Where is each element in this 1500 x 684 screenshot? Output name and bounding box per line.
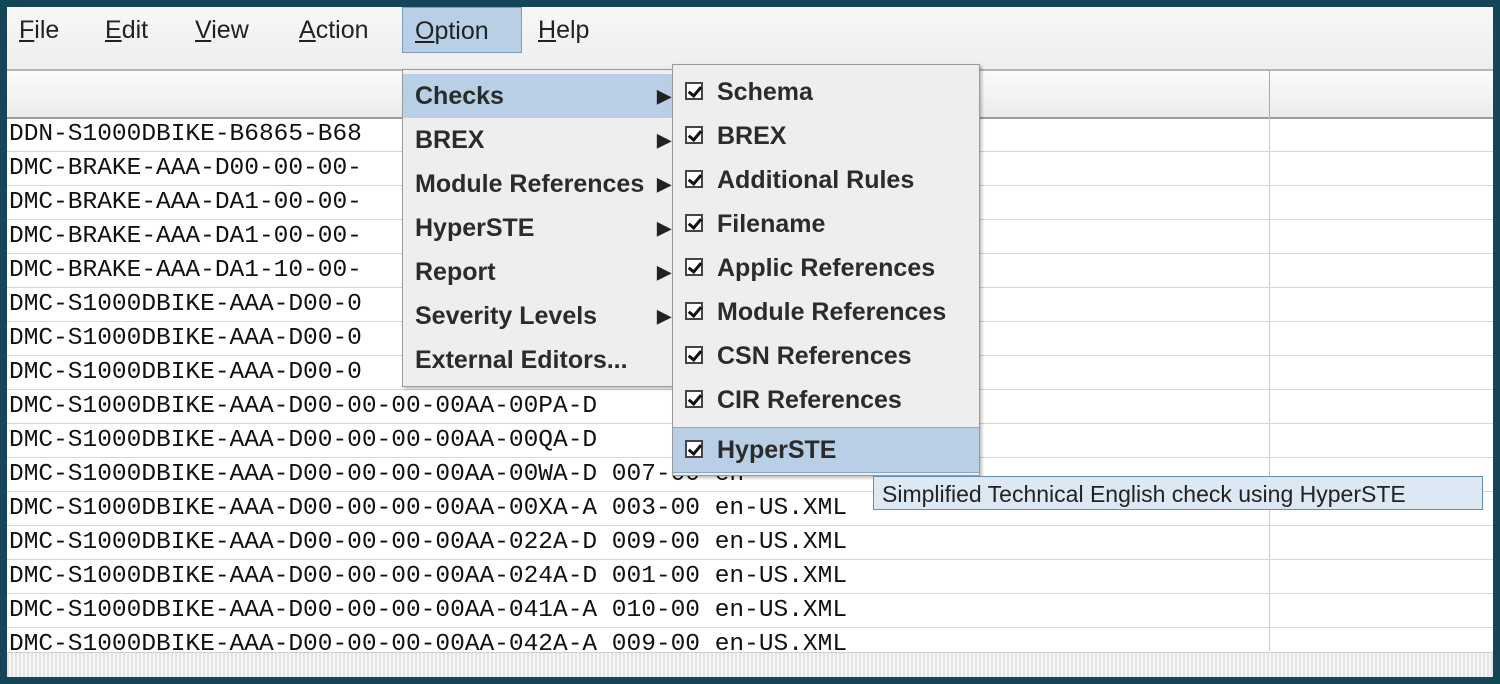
menu-action-label: ction bbox=[315, 16, 369, 44]
menu-action-mnemonic: A bbox=[299, 16, 316, 44]
menu-help-label: elp bbox=[556, 16, 590, 44]
checkbox-checked-icon[interactable] bbox=[685, 302, 703, 320]
table-cell: DMC-BRAKE-AAA-D00-00-00- bbox=[9, 155, 362, 182]
menu-item-label: CIR References bbox=[717, 386, 902, 414]
option-menu-item-severity-levels[interactable]: Severity Levels ▶ bbox=[403, 294, 675, 338]
hyperste-tooltip: Simplified Technical English check using… bbox=[873, 476, 1483, 510]
table-row[interactable]: DMC-S1000DBIKE-AAA-D00-00-00-00AA-024A-D… bbox=[7, 559, 1493, 594]
table-cell: DMC-S1000DBIKE-AAA-D00-0 bbox=[9, 291, 362, 318]
submenu-arrow-icon: ▶ bbox=[657, 174, 671, 194]
checkbox-checked-icon[interactable] bbox=[685, 82, 703, 100]
submenu-arrow-icon: ▶ bbox=[657, 262, 671, 282]
checkbox-checked-icon[interactable] bbox=[685, 258, 703, 276]
menu-item-label: Additional Rules bbox=[717, 166, 915, 194]
menu-help-mnemonic: H bbox=[538, 16, 557, 44]
menu-edit-label: dit bbox=[121, 16, 149, 44]
table-cell: DMC-BRAKE-AAA-DA1-00-00- bbox=[9, 189, 362, 216]
menu-item-label: Applic References bbox=[717, 254, 936, 282]
menu-option-mnemonic: O bbox=[415, 17, 435, 45]
submenu-arrow-icon: ▶ bbox=[657, 306, 671, 326]
menu-option-label: ption bbox=[434, 17, 489, 45]
menu-view-label: iew bbox=[211, 16, 249, 44]
menu-item-label: Severity Levels bbox=[415, 302, 598, 330]
menu-item-label: Module References bbox=[717, 298, 947, 326]
menu-bar: File Edit View Action Option Help bbox=[7, 7, 1493, 71]
menu-file-label: ile bbox=[34, 16, 60, 44]
table-cell: DMC-S1000DBIKE-AAA-D00-00-00-00AA-00WA-D… bbox=[9, 461, 745, 488]
table-cell: DMC-S1000DBIKE-AAA-D00-00-00-00AA-00PA-D bbox=[9, 393, 598, 420]
checks-item-schema[interactable]: Schema bbox=[673, 70, 979, 114]
menu-item-label: HyperSTE bbox=[415, 214, 535, 242]
option-menu-item-hyperste[interactable]: HyperSTE ▶ bbox=[403, 206, 675, 250]
option-menu-item-checks[interactable]: Checks ▶ bbox=[403, 74, 675, 118]
menu-item-label: HyperSTE bbox=[717, 436, 837, 464]
checks-item-brex[interactable]: BREX bbox=[673, 114, 979, 158]
menu-item-label: External Editors... bbox=[415, 346, 628, 374]
table-cell: DMC-S1000DBIKE-AAA-D00-0 bbox=[9, 325, 362, 352]
checkbox-checked-icon[interactable] bbox=[685, 214, 703, 232]
table-cell: DMC-S1000DBIKE-AAA-D00-00-00-00AA-00XA-A… bbox=[9, 495, 848, 522]
menu-edit-mnemonic: E bbox=[105, 16, 122, 44]
table-cell: DMC-S1000DBIKE-AAA-D00-00-00-00AA-00QA-D bbox=[9, 427, 598, 454]
table-cell: DMC-BRAKE-AAA-DA1-00-00- bbox=[9, 223, 362, 250]
menu-option[interactable]: Option bbox=[402, 7, 522, 53]
table-cell: DMC-S1000DBIKE-AAA-D00-0 bbox=[9, 359, 362, 386]
checkbox-checked-icon[interactable] bbox=[685, 170, 703, 188]
column-divider[interactable] bbox=[1269, 71, 1270, 117]
checks-item-hyperste[interactable]: HyperSTE bbox=[673, 427, 979, 473]
table-cell: DDN-S1000DBIKE-B6865-B68 bbox=[9, 121, 362, 148]
menu-action[interactable]: Action bbox=[287, 7, 381, 53]
checks-item-cir-references[interactable]: CIR References bbox=[673, 378, 979, 422]
menu-edit[interactable]: Edit bbox=[93, 7, 160, 53]
menu-view-mnemonic: V bbox=[195, 16, 212, 44]
menu-item-label: Checks bbox=[415, 82, 504, 110]
checkbox-checked-icon[interactable] bbox=[685, 346, 703, 364]
horizontal-scrollbar[interactable] bbox=[7, 652, 1493, 677]
option-menu: Checks ▶ BREX ▶ Module References ▶ HyperST… bbox=[402, 69, 676, 387]
menu-view[interactable]: View bbox=[183, 7, 261, 53]
table-cell: DMC-BRAKE-AAA-DA1-10-00- bbox=[9, 257, 362, 284]
checks-submenu: Schema BREX Additional Rules Filename Ap… bbox=[672, 64, 980, 476]
option-menu-item-report[interactable]: Report ▶ bbox=[403, 250, 675, 294]
application-window: File Edit View Action Option Help DDN-S1… bbox=[0, 0, 1500, 684]
menu-item-label: Filename bbox=[717, 210, 826, 238]
submenu-arrow-icon: ▶ bbox=[657, 130, 671, 150]
checks-item-additional-rules[interactable]: Additional Rules bbox=[673, 158, 979, 202]
menu-file-mnemonic: F bbox=[19, 16, 35, 44]
option-menu-item-external-editors[interactable]: External Editors... bbox=[403, 338, 675, 382]
option-menu-item-brex[interactable]: BREX ▶ bbox=[403, 118, 675, 162]
submenu-arrow-icon: ▶ bbox=[657, 86, 671, 106]
table-cell: DMC-S1000DBIKE-AAA-D00-00-00-00AA-024A-D… bbox=[9, 563, 848, 590]
menu-item-label: CSN References bbox=[717, 342, 912, 370]
table-cell: DMC-S1000DBIKE-AAA-D00-00-00-00AA-022A-D… bbox=[9, 529, 848, 556]
checkbox-checked-icon[interactable] bbox=[685, 126, 703, 144]
checks-item-csn-references[interactable]: CSN References bbox=[673, 334, 979, 378]
checks-item-applic-references[interactable]: Applic References bbox=[673, 246, 979, 290]
table-row[interactable]: DMC-S1000DBIKE-AAA-D00-00-00-00AA-022A-D… bbox=[7, 525, 1493, 560]
checkbox-checked-icon[interactable] bbox=[685, 390, 703, 408]
option-menu-item-module-references[interactable]: Module References ▶ bbox=[403, 162, 675, 206]
checks-item-module-references[interactable]: Module References bbox=[673, 290, 979, 334]
menu-help[interactable]: Help bbox=[526, 7, 601, 53]
submenu-arrow-icon: ▶ bbox=[657, 218, 671, 238]
menu-item-label: BREX bbox=[415, 126, 485, 154]
table-cell: DMC-S1000DBIKE-AAA-D00-00-00-00AA-041A-A… bbox=[9, 597, 848, 624]
table-row[interactable]: DMC-S1000DBIKE-AAA-D00-00-00-00AA-041A-A… bbox=[7, 593, 1493, 628]
menu-item-label: Schema bbox=[717, 78, 813, 106]
menu-file[interactable]: File bbox=[7, 7, 71, 53]
menu-item-label: Report bbox=[415, 258, 496, 286]
menu-item-label: Module References bbox=[415, 170, 645, 198]
menu-item-label: BREX bbox=[717, 122, 787, 150]
checkbox-checked-icon[interactable] bbox=[685, 440, 703, 458]
checks-item-filename[interactable]: Filename bbox=[673, 202, 979, 246]
